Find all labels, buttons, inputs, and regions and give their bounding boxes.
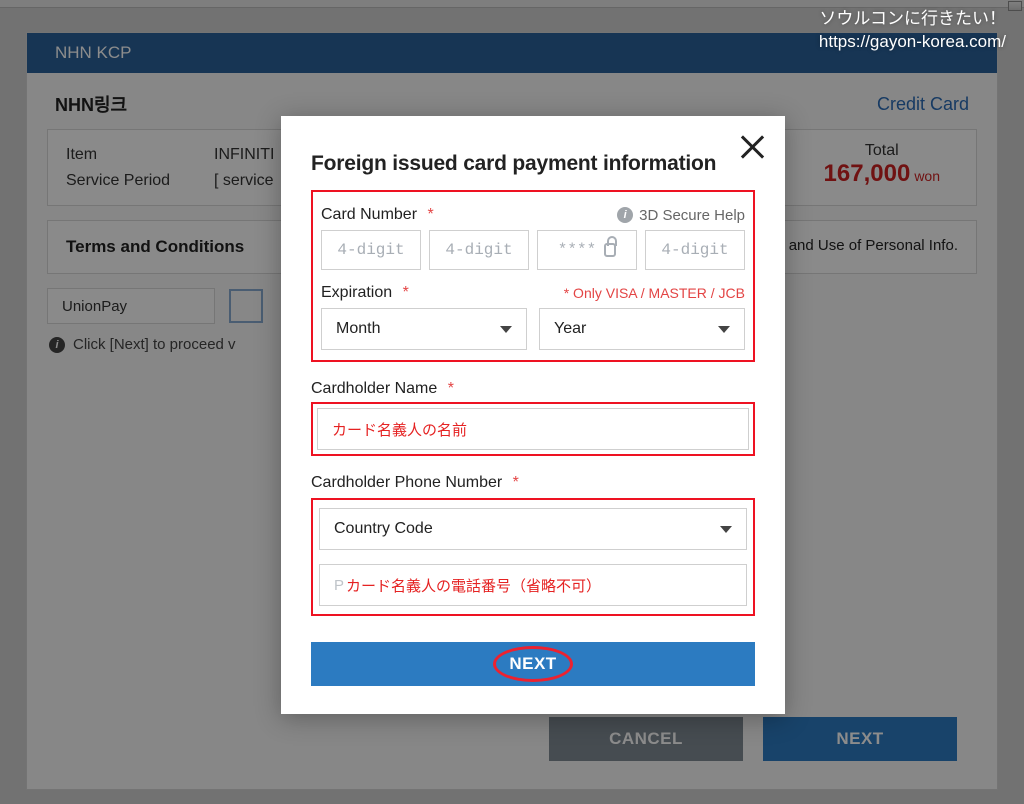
lock-icon [604, 243, 616, 257]
card-input-3[interactable]: **** [537, 230, 637, 270]
placeholder-text: 4-digit [661, 241, 728, 259]
summary-left: Item INFINITI Service Period [ service [66, 142, 274, 193]
required-mark: * [448, 380, 454, 397]
placeholder-text: 4-digit [445, 241, 512, 259]
card-input-1[interactable]: 4-digit [321, 230, 421, 270]
placeholder-text: **** [558, 241, 596, 259]
payment-option-radio[interactable] [229, 289, 263, 323]
watermark-line2: https://gayon-korea.com/ [819, 31, 1006, 54]
phone-annotation: カード名義人の電話番号（省略不可） [346, 575, 601, 596]
total-price: 167,000 [824, 160, 911, 187]
phone-input[interactable]: P カード名義人の電話番号（省略不可） [319, 564, 747, 606]
placeholder-text: 4-digit [337, 241, 404, 259]
cardholder-name-label: Cardholder Name [311, 380, 437, 397]
payment-option-unionpay[interactable]: UnionPay [47, 288, 215, 324]
chevron-down-icon [500, 326, 512, 333]
item-label: Item [66, 142, 186, 168]
secure-help-link[interactable]: i 3D Secure Help [617, 207, 745, 224]
month-label: Month [336, 320, 380, 338]
info-icon: i [617, 207, 633, 223]
card-brand-note: * Only VISA / MASTER / JCB [564, 285, 745, 301]
close-button[interactable] [735, 130, 769, 164]
required-mark: * [513, 474, 519, 491]
total-label: Total [824, 142, 940, 160]
name-annotation: カード名義人の名前 [332, 419, 467, 440]
summary-right: Total 167,000won [824, 142, 958, 193]
currency-label: won [914, 168, 940, 184]
highlight-circle-icon [493, 646, 573, 682]
card-number-inputs: 4-digit 4-digit **** 4-digit [321, 230, 745, 270]
period-value: [ service [214, 168, 274, 194]
terms-right-text: oll. and Use of Personal Info. [765, 237, 958, 257]
expiration-selects: Month Year [321, 308, 745, 350]
next-button-label: NEXT [836, 729, 883, 749]
card-number-row: Card Number * i 3D Secure Help [321, 206, 745, 224]
bottom-actions: CANCEL NEXT [549, 717, 957, 761]
expiration-label: Expiration [321, 284, 392, 301]
terms-title: Terms and Conditions [66, 237, 244, 257]
watermark-line1: ソウルコンに行きたい！ [819, 8, 1006, 31]
period-label: Service Period [66, 168, 186, 194]
card-section-highlight: Card Number * i 3D Secure Help 4-digit 4… [311, 190, 755, 362]
modal-next-button[interactable]: NEXT [311, 642, 755, 686]
info-icon: i [49, 337, 65, 353]
payment-option-label: UnionPay [62, 298, 127, 315]
cardholder-phone-label-row: Cardholder Phone Number * [311, 474, 755, 492]
cardholder-name-input[interactable]: カード名義人の名前 [317, 408, 749, 450]
card-number-label: Card Number [321, 206, 417, 223]
card-input-2[interactable]: 4-digit [429, 230, 529, 270]
month-select[interactable]: Month [321, 308, 527, 350]
card-info-modal: Foreign issued card payment information … [281, 116, 785, 714]
cancel-button-label: CANCEL [609, 729, 683, 749]
cardholder-phone-label: Cardholder Phone Number [311, 474, 502, 491]
chevron-down-icon [720, 526, 732, 533]
required-mark: * [427, 206, 433, 223]
merchant-title: NHN링크 [55, 91, 127, 117]
hint-text: Click [Next] to proceed v [73, 336, 236, 353]
watermark: ソウルコンに行きたい！ https://gayon-korea.com/ [819, 8, 1006, 54]
year-select[interactable]: Year [539, 308, 745, 350]
name-highlight: カード名義人の名前 [311, 402, 755, 456]
secure-help-label: 3D Secure Help [639, 207, 745, 224]
modal-title: Foreign issued card payment information [311, 152, 755, 176]
chevron-down-icon [718, 326, 730, 333]
cancel-button[interactable]: CANCEL [549, 717, 743, 761]
year-label: Year [554, 320, 586, 338]
phone-placeholder-ghost: P [334, 577, 344, 594]
country-code-select[interactable]: Country Code [319, 508, 747, 550]
item-value: INFINITI [214, 142, 274, 168]
brand-label: NHN KCP [55, 43, 132, 63]
expiration-row: Expiration * * Only VISA / MASTER / JCB [321, 284, 745, 302]
browser-chrome [0, 0, 1024, 8]
card-input-4[interactable]: 4-digit [645, 230, 745, 270]
credit-card-link[interactable]: Credit Card [877, 94, 969, 114]
required-mark: * [403, 284, 409, 301]
next-button[interactable]: NEXT [763, 717, 957, 761]
window-resize-grip-icon [1008, 1, 1022, 11]
country-code-label: Country Code [334, 520, 433, 538]
phone-highlight: Country Code P カード名義人の電話番号（省略不可） [311, 498, 755, 616]
cardholder-name-label-row: Cardholder Name * [311, 380, 755, 398]
